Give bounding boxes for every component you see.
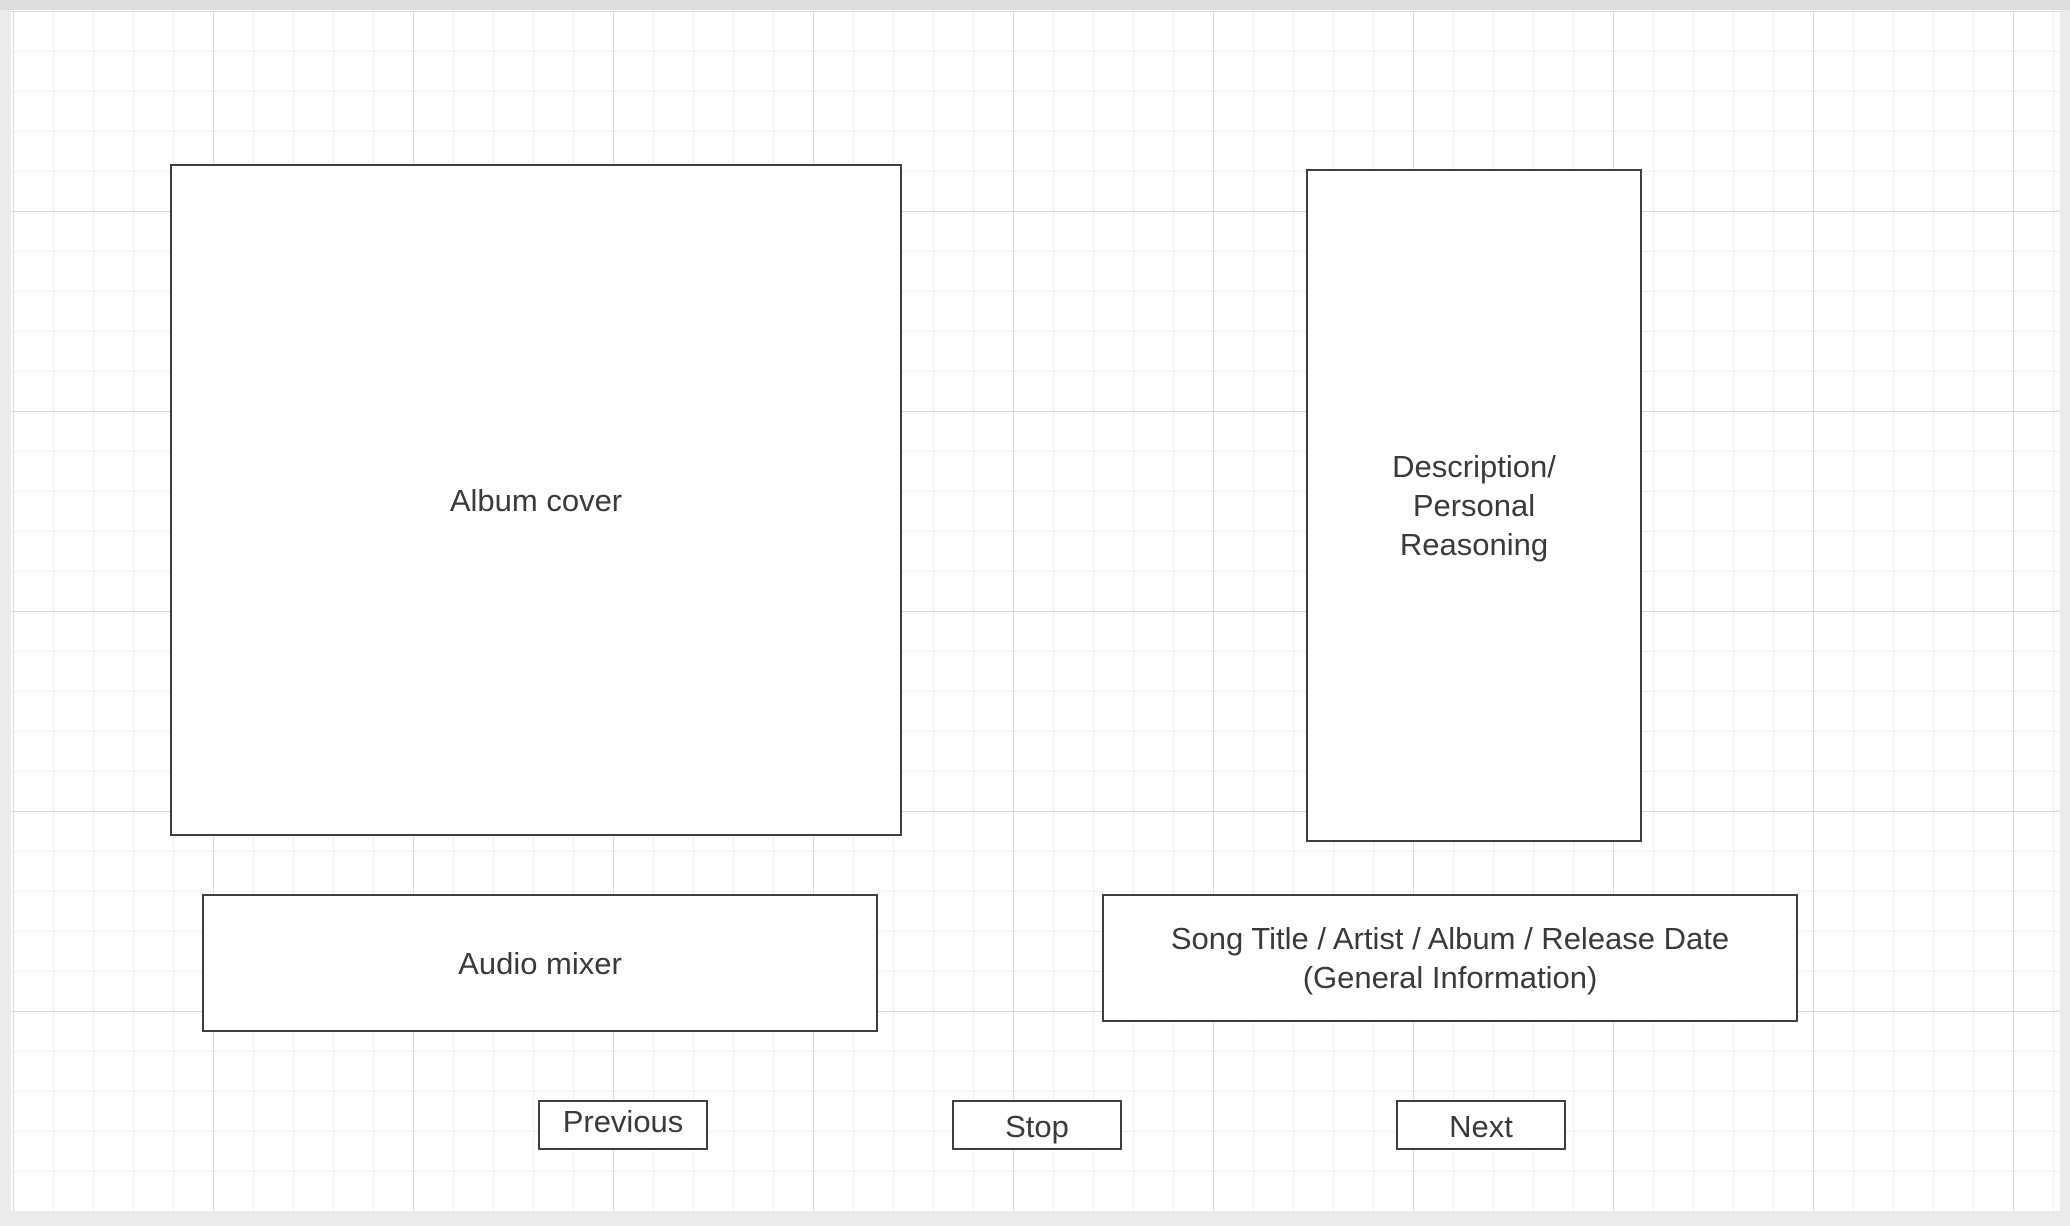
song-info-label: Song Title / Artist / Album / Release Da… — [1170, 921, 1730, 995]
previous-button[interactable]: Previous — [538, 1100, 708, 1150]
album-cover-label: Album cover — [449, 482, 623, 518]
description-placeholder: Description/ Personal Reasoning — [1306, 169, 1642, 842]
top-bar — [0, 0, 2070, 10]
description-label: Description/ Personal Reasoning — [1392, 449, 1556, 562]
album-cover-placeholder: Album cover — [170, 164, 902, 836]
song-info-placeholder: Song Title / Artist / Album / Release Da… — [1102, 894, 1798, 1022]
audio-mixer-label: Audio mixer — [458, 945, 622, 981]
stop-button[interactable]: Stop — [952, 1100, 1122, 1150]
next-button[interactable]: Next — [1396, 1100, 1566, 1150]
audio-mixer-placeholder: Audio mixer — [202, 894, 878, 1032]
